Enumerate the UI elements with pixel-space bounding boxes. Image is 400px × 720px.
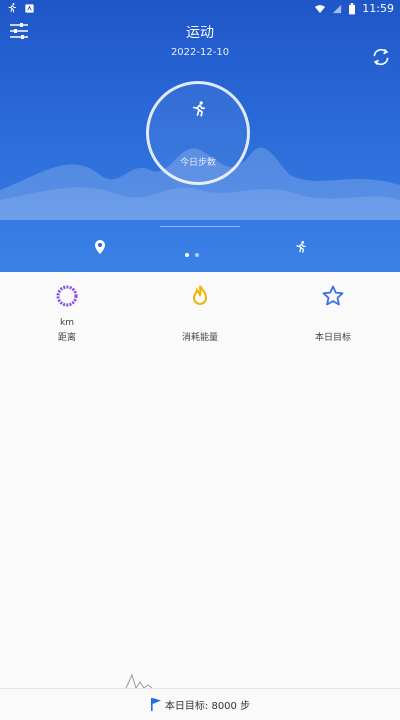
distance-stat: km 距离: [22, 284, 112, 343]
daily-goal-stat[interactable]: 本日目标: [288, 284, 378, 343]
footer-divider: [0, 688, 400, 689]
today-steps-label: 今日步数: [179, 158, 216, 168]
star-icon: [322, 285, 344, 306]
notification-icon: [25, 3, 34, 13]
energy-stat: 消耗能量: [155, 284, 245, 343]
goal-footer[interactable]: 本日目标: 8000 步: [0, 694, 400, 714]
status-time: 11:59: [362, 2, 394, 15]
status-bar: 11:59: [0, 0, 400, 18]
date-label[interactable]: 2022-12-10: [0, 47, 400, 58]
step-ring[interactable]: [146, 81, 250, 185]
wifi-icon: [315, 4, 326, 13]
distance-label: 距离: [57, 333, 76, 343]
page-indicator: [185, 253, 199, 257]
running-icon: [8, 3, 16, 13]
distance-unit: km: [60, 318, 74, 328]
running-icon: [192, 101, 206, 117]
distance-ring-icon: [56, 285, 78, 307]
screen: 11:59 运动 2022-12-10 今日步数 km 距离 消耗能量 本日目标…: [0, 0, 400, 720]
daily-goal-label: 本日目标: [314, 333, 351, 343]
page-dot-active: [185, 253, 189, 257]
location-pin-icon[interactable]: [94, 240, 106, 254]
divider: [160, 226, 240, 227]
flame-icon: [192, 285, 208, 305]
page-title: 运动: [186, 25, 214, 41]
energy-label: 消耗能量: [181, 333, 218, 343]
page-dot: [195, 253, 199, 257]
signal-icon: [333, 4, 342, 13]
battery-icon: [349, 2, 356, 14]
flag-icon: [150, 698, 161, 711]
running-icon[interactable]: [294, 240, 308, 254]
goal-footer-text: 本日目标: 8000 步: [164, 700, 251, 712]
sync-icon[interactable]: [371, 47, 391, 67]
header-panel: 11:59 运动 2022-12-10 今日步数: [0, 0, 400, 272]
